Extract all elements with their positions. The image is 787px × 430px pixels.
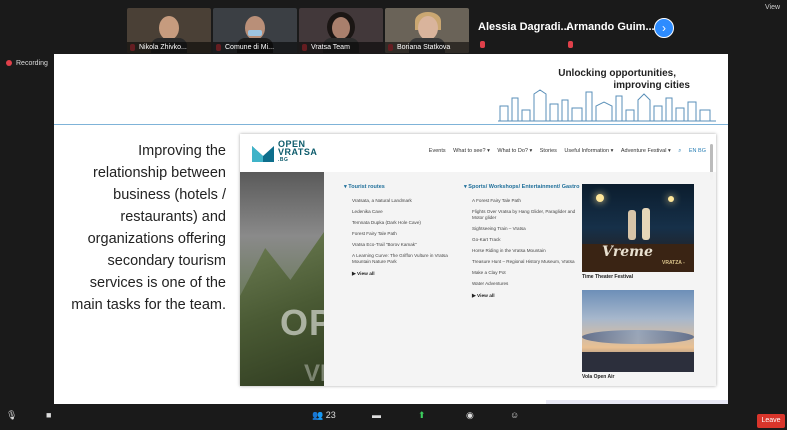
chat-icon: ▬ <box>372 410 381 420</box>
menu-item: Ledenika Cave <box>352 209 383 214</box>
shared-slide: Unlocking opportunities, improving citie… <box>54 54 728 404</box>
event-thumbnail <box>582 290 694 372</box>
participant-tile[interactable]: Boriana Statkova <box>385 8 469 53</box>
thumbnail-overlay-text: VRATZA - <box>662 260 685 266</box>
menu-item: Mountain Nature Park <box>352 259 397 264</box>
website-logo: OPEN VRATSA .BG <box>278 140 317 164</box>
participant-name-tile[interactable]: Armando Guim... <box>566 8 655 48</box>
nav-item-adventure-festival: Adventure Festival ▾ <box>620 148 671 154</box>
website-navbar: OPEN VRATSA .BG Events What to see? ▾ Wh… <box>240 134 716 180</box>
website-nav-menu: Events What to see? ▾ What to Do? ▾ Stor… <box>423 148 706 155</box>
participant-name: Comune di Mi... <box>213 42 297 53</box>
participant-name: Nikola Zhivko... <box>127 42 211 53</box>
recording-label: Recording <box>16 60 48 67</box>
thumbnail-caption: Time Theater Festival <box>582 274 634 280</box>
nav-item-events: Events <box>428 148 446 154</box>
hero-overlay-text: VRATSA <box>304 360 324 386</box>
menu-item: Temnata Dupka (Dark Hole Cave) <box>352 220 421 225</box>
view-all-link: ▶ View all <box>352 272 375 277</box>
chevron-right-icon: › <box>662 21 666 35</box>
menu-item: Make a Clay Pot <box>472 270 506 275</box>
participants-icon: 👥 <box>312 410 324 420</box>
smiley-icon: ☺ <box>510 410 520 420</box>
slide-header: Unlocking opportunities, improving citie… <box>54 54 728 124</box>
menu-item: Horse Riding in the Vratsa Mountain <box>472 248 546 253</box>
header-divider <box>54 124 728 125</box>
mic-muted-icon: 🎙 <box>6 410 18 420</box>
website-screenshot: OPEN VRATSA .BG Events What to see? ▾ Wh… <box>240 134 716 386</box>
participants-button[interactable]: 👥 23 <box>312 410 336 421</box>
nav-item-what-to-do: What to Do? ▾ <box>497 148 533 154</box>
participant-name: Alessia Dagradi... <box>478 21 570 33</box>
nav-item-what-to-see: What to see? ▾ <box>453 148 490 154</box>
event-thumbnail: Vreme VRATZA - <box>582 184 694 272</box>
recording-indicator[interactable]: Recording <box>6 60 48 67</box>
thumbnail-overlay-text: Vreme <box>602 244 653 260</box>
nav-item-useful-information: Useful Information ▾ <box>564 148 614 154</box>
website-hero-image: OPEN VRATSA <box>240 172 324 386</box>
share-screen-icon: ⬆ <box>418 410 426 420</box>
participant-name: Vratsa Team <box>299 42 383 53</box>
thumbnail-caption: Vola Open Air <box>582 374 615 380</box>
leave-label: Leave <box>761 417 781 424</box>
meeting-toolbar <box>0 404 787 430</box>
slide-body-text: Improving the relationship between busin… <box>71 143 226 313</box>
participant-tile[interactable]: Nikola Zhivko... <box>127 8 211 53</box>
search-icon: ⌕ <box>678 148 682 154</box>
menu-column-heading: ▾ Tourist routes <box>344 184 385 190</box>
hero-overlay-text: OPEN <box>280 302 324 343</box>
language-switch: EN BG <box>688 148 706 154</box>
leave-button[interactable]: Leave <box>757 414 785 428</box>
nav-item-stories: Stories <box>539 148 557 154</box>
logo-text-line: VRATSA <box>278 147 318 157</box>
view-label: View <box>765 4 781 11</box>
logo-text-line: .BG <box>278 157 289 163</box>
next-page-button[interactable]: › <box>654 18 674 38</box>
menu-item: A Forest Fairy Tale Path <box>472 198 521 203</box>
reactions-button[interactable]: ☺ <box>510 410 519 420</box>
menu-item: Water Adventures <box>472 281 509 286</box>
slide-tagline: Unlocking opportunities, <box>558 68 676 79</box>
menu-item: Treasure Hunt – Regional History Museum,… <box>472 259 575 264</box>
menu-item: Go-Kart Track <box>472 237 501 242</box>
participant-name: Armando Guim... <box>566 21 655 33</box>
unmute-button[interactable]: 🎙 <box>6 410 17 421</box>
menu-item: Motor glider <box>472 215 497 220</box>
menu-item: Vratsa Eco-Trail "Borov Kamak" <box>352 242 417 247</box>
view-button[interactable]: View <box>765 4 780 11</box>
menu-item: Sightseeing Train – Vratsa <box>472 226 526 231</box>
chat-button[interactable]: ▬ <box>372 410 381 420</box>
view-all-link: ▶ View all <box>472 294 495 299</box>
muted-mic-icon <box>480 41 485 48</box>
open-vratsa-logo-icon <box>252 146 274 162</box>
share-screen-button[interactable]: ⬆ <box>418 410 426 421</box>
record-icon: ◉ <box>466 410 474 420</box>
muted-mic-icon <box>568 41 573 48</box>
participant-tile[interactable]: Vratsa Team <box>299 8 383 53</box>
video-camera-icon: ■ <box>46 410 52 420</box>
participant-name: Boriana Statkova <box>385 42 469 53</box>
menu-item: Vratsata, a Natural Landmark <box>352 198 412 203</box>
menu-column-heading: ▾ Sports/ Workshops/ Entertainment/ Gast… <box>464 184 580 190</box>
participant-name-tile[interactable]: Alessia Dagradi... <box>478 8 570 48</box>
menu-item: Forest Fairy Tale Path <box>352 231 397 236</box>
participant-tile[interactable]: Comune di Mi... <box>213 8 297 53</box>
record-button[interactable]: ◉ <box>466 410 474 421</box>
start-video-button[interactable]: ■ <box>46 410 51 420</box>
city-skyline-illustration <box>498 89 716 122</box>
record-icon <box>6 60 12 67</box>
participants-count: 23 <box>325 410 336 420</box>
